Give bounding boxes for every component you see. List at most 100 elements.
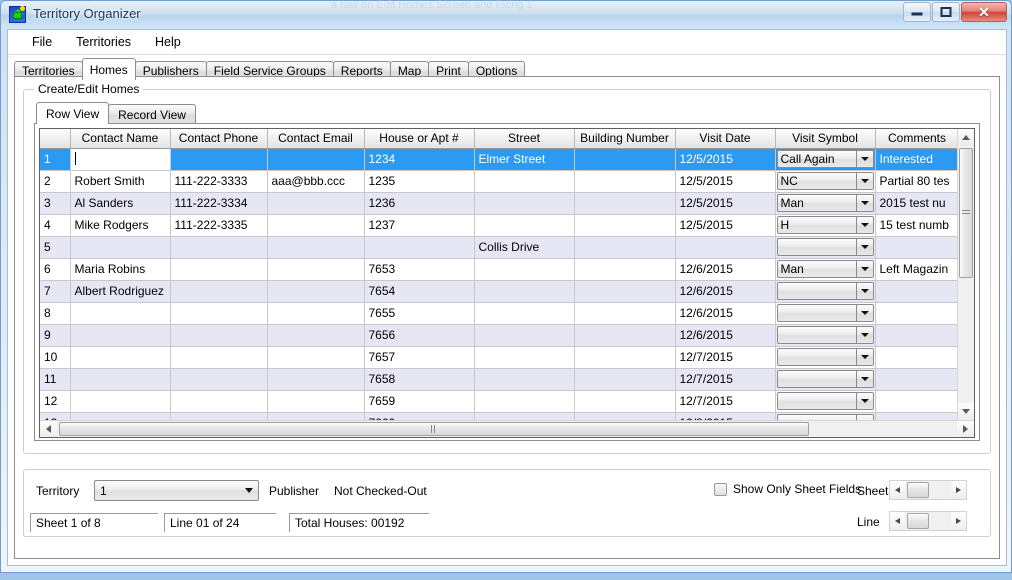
sheet-spinner-left-icon[interactable] [890,481,905,499]
chevron-down-icon[interactable] [855,217,873,233]
house-or-apt-cell[interactable]: 7656 [364,324,475,347]
contact-name-cell[interactable] [70,324,171,347]
building-number-cell[interactable] [574,324,676,347]
house-or-apt-cell[interactable]: 7658 [364,368,475,391]
column-header-contact-email[interactable]: Contact Email [267,129,365,149]
column-header-contact-phone[interactable]: Contact Phone [170,129,268,149]
tab-record-view[interactable]: Record View [108,104,196,124]
building-number-cell[interactable] [574,170,676,193]
chevron-down-icon[interactable] [855,173,873,189]
house-or-apt-cell[interactable]: 7659 [364,390,475,413]
contact-phone-cell[interactable] [170,280,268,303]
visit-symbol-select[interactable]: Man [776,194,874,212]
contact-phone-cell[interactable]: 111-222-3334 [170,192,268,215]
close-button[interactable]: ✕ [961,2,1007,22]
grid-vertical-scrollbar[interactable] [957,129,974,420]
comments-cell[interactable] [875,302,960,325]
table-row[interactable]: 6 Maria Robins 7653 12/6/2015 Man Left Magazi… [40,258,960,281]
chevron-down-icon[interactable] [855,393,873,409]
scroll-up-arrow-icon[interactable] [958,129,974,146]
visit-date-cell[interactable]: 12/7/2015 [675,346,776,369]
contact-phone-cell[interactable] [170,368,268,391]
chevron-down-icon[interactable] [855,327,873,343]
chevron-down-icon[interactable] [855,195,873,211]
contact-phone-cell[interactable] [170,236,268,259]
visit-symbol-select[interactable] [776,304,874,322]
row-number-cell[interactable]: 4 [40,214,71,237]
contact-email-cell[interactable] [267,236,365,259]
sheet-spinner-right-icon[interactable] [951,481,966,499]
visit-symbol-select[interactable]: NC [776,172,874,190]
visit-date-cell[interactable]: 12/5/2015 [675,170,776,193]
row-number-cell[interactable]: 8 [40,302,71,325]
visit-symbol-cell[interactable] [775,324,876,347]
contact-email-cell[interactable] [267,346,365,369]
contact-phone-cell[interactable] [170,302,268,325]
show-only-sheet-fields-row[interactable]: Show Only Sheet Fields [714,482,861,496]
visit-date-cell[interactable]: 12/7/2015 [675,368,776,391]
chevron-down-icon[interactable] [855,261,873,277]
line-spinner[interactable] [889,511,967,531]
column-header-comments[interactable]: Comments [875,129,960,149]
comments-cell[interactable] [875,236,960,259]
table-row[interactable]: 1 1234 Elmer Street 12/5/2015 Call Again Inte… [40,148,960,171]
chevron-down-icon[interactable] [855,305,873,321]
visit-symbol-select[interactable]: Man [776,260,874,278]
table-row[interactable]: 4 Mike Rodgers 111-222-3335 1237 12/5/2015 H 1… [40,214,960,237]
contact-phone-cell[interactable] [170,346,268,369]
visit-symbol-select[interactable] [776,238,874,256]
tab-homes[interactable]: Homes [81,58,136,80]
street-cell[interactable] [474,324,575,347]
chevron-down-icon[interactable] [855,283,873,299]
chevron-down-icon[interactable] [855,371,873,387]
visit-symbol-cell[interactable]: Man [775,192,876,215]
horizontal-scroll-thumb[interactable] [59,422,809,436]
row-number-cell[interactable]: 11 [40,368,71,391]
street-cell[interactable] [474,192,575,215]
line-spinner-left-icon[interactable] [890,512,905,530]
street-cell[interactable] [474,390,575,413]
visit-symbol-select[interactable]: Call Again [776,150,874,168]
menu-item-territories[interactable]: Territories [64,32,143,52]
visit-symbol-select[interactable] [776,370,874,388]
row-number-cell[interactable]: 6 [40,258,71,281]
visit-date-cell[interactable]: 12/5/2015 [675,214,776,237]
contact-email-cell[interactable] [267,280,365,303]
visit-symbol-select[interactable]: H [776,216,874,234]
table-row[interactable]: 12 7659 12/7/2015 [40,390,960,413]
building-number-cell[interactable] [574,280,676,303]
comments-cell[interactable]: Left Magazin [875,258,960,281]
visit-symbol-cell[interactable]: NC [775,170,876,193]
comments-cell[interactable]: Interested [875,148,960,171]
visit-symbol-select[interactable] [776,348,874,366]
visit-symbol-cell[interactable] [775,368,876,391]
column-header-building-number[interactable]: Building Number [574,129,676,149]
contact-name-cell[interactable] [70,390,171,413]
contact-name-cell[interactable]: Robert Smith [70,170,171,193]
contact-name-cell[interactable]: Albert Rodriguez [70,280,171,303]
contact-name-cell[interactable] [70,368,171,391]
street-cell[interactable] [474,170,575,193]
row-number-cell[interactable]: 3 [40,192,71,215]
table-row[interactable]: 11 7658 12/7/2015 [40,368,960,391]
comments-cell[interactable] [875,280,960,303]
building-number-cell[interactable] [574,346,676,369]
row-number-cell[interactable]: 5 [40,236,71,259]
menu-item-file[interactable]: File [20,32,64,52]
table-row[interactable]: 7 Albert Rodriguez 7654 12/6/2015 [40,280,960,303]
visit-symbol-cell[interactable]: Man [775,258,876,281]
building-number-cell[interactable] [574,302,676,325]
visit-date-cell[interactable]: 12/5/2015 [675,192,776,215]
house-or-apt-cell[interactable] [364,236,475,259]
house-or-apt-cell[interactable]: 7653 [364,258,475,281]
comments-cell[interactable] [875,368,960,391]
street-cell[interactable]: Elmer Street [474,148,575,171]
comments-cell[interactable]: 15 test numb [875,214,960,237]
table-row[interactable]: 9 7656 12/6/2015 [40,324,960,347]
table-row[interactable]: 5 Collis Drive [40,236,960,259]
contact-name-cell[interactable]: Maria Robins [70,258,171,281]
scroll-left-arrow-icon[interactable] [40,421,57,437]
row-number-cell[interactable]: 7 [40,280,71,303]
grid-horizontal-scrollbar[interactable] [40,420,974,437]
line-spinner-right-icon[interactable] [951,512,966,530]
